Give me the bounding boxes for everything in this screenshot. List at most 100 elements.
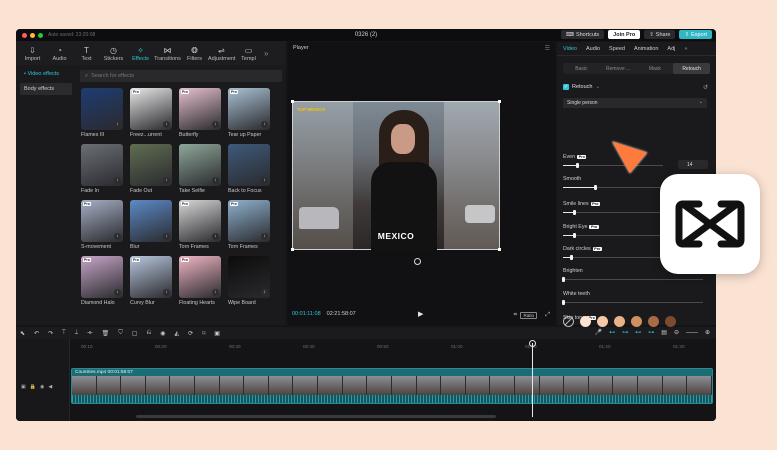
resize-handle[interactable]: [498, 248, 501, 251]
crop-ratio-icon[interactable]: ▣: [214, 330, 220, 337]
rotate-icon[interactable]: ⟳: [188, 330, 193, 337]
skin-tone-swatch[interactable]: [648, 316, 659, 327]
resize-handle[interactable]: [291, 248, 294, 251]
effect-thumbnail[interactable]: ↓: [228, 256, 270, 298]
effect-card[interactable]: ↓ Fade In: [81, 144, 123, 195]
minimize-window-button[interactable]: [30, 32, 35, 38]
slider-knob[interactable]: [570, 255, 574, 260]
effect-card[interactable]: Pro ↓ Torn Frames: [228, 200, 270, 251]
effect-card[interactable]: Pro ↓ Torn Frames: [179, 200, 221, 251]
skin-tone-swatch[interactable]: [597, 316, 608, 327]
video-clip[interactable]: Countries.mp4 00:01:58:07: [71, 368, 713, 404]
tab-adjustment[interactable]: Adj: [667, 46, 675, 52]
category-body-effects[interactable]: Body effects: [20, 83, 72, 95]
effect-card[interactable]: Pro ↓ Butterfly: [179, 88, 221, 139]
slider-track[interactable]: [562, 300, 703, 305]
select-tool-icon[interactable]: ⬉: [20, 330, 25, 337]
zoom-in-icon[interactable]: ⊕: [705, 329, 710, 336]
effect-thumbnail[interactable]: ↓: [228, 144, 270, 186]
delete-icon[interactable]: 🗑: [102, 330, 110, 337]
link-icon[interactable]: ⊷: [609, 329, 615, 336]
cover-icon[interactable]: ▣: [21, 384, 26, 390]
rotate-handle-icon[interactable]: [414, 258, 421, 265]
download-icon[interactable]: ↓: [212, 289, 219, 296]
effect-card[interactable]: ↓ Blur: [130, 200, 172, 251]
tool-import[interactable]: ⇩ Import: [19, 45, 46, 62]
download-icon[interactable]: ↓: [261, 177, 268, 184]
slider-knob[interactable]: [573, 210, 577, 215]
download-icon[interactable]: ↓: [212, 233, 219, 240]
download-icon[interactable]: ↓: [261, 289, 268, 296]
effect-thumbnail[interactable]: ↓: [179, 144, 221, 186]
tool-text[interactable]: T Text: [73, 45, 100, 62]
undo-icon[interactable]: ↶: [34, 330, 39, 337]
slider-track[interactable]: [562, 277, 703, 282]
redo-icon[interactable]: ↷: [48, 330, 53, 337]
download-icon[interactable]: ↓: [163, 121, 170, 128]
tool-filters[interactable]: ❂ Filters: [181, 45, 208, 62]
download-icon[interactable]: ↓: [114, 233, 121, 240]
more-tools-icon[interactable]: »: [264, 49, 268, 58]
share-button[interactable]: ⇪ Share: [644, 30, 676, 39]
timeline-scrollbar[interactable]: [136, 415, 496, 418]
ratio-button[interactable]: Ratio: [520, 312, 537, 319]
more-tabs-icon[interactable]: »: [684, 46, 687, 52]
menu-icon[interactable]: ☰: [545, 45, 550, 52]
download-icon[interactable]: ↓: [261, 121, 268, 128]
play-icon[interactable]: ▶: [418, 310, 423, 318]
export-button[interactable]: ⇧ Export: [679, 30, 712, 39]
reset-icon[interactable]: ↺: [703, 84, 708, 91]
freeze-icon[interactable]: ▢: [132, 330, 138, 337]
tool-adjustment[interactable]: ⇌ Adjustment: [208, 45, 236, 62]
playhead[interactable]: [532, 343, 533, 417]
download-icon[interactable]: ↓: [163, 177, 170, 184]
lock-icon[interactable]: 🔒: [30, 384, 36, 390]
tool-stickers[interactable]: ◷ Stickers: [100, 45, 127, 62]
effect-card[interactable]: Pro ↓ Freez...urrent: [130, 88, 172, 139]
subtab-basic[interactable]: Basic: [563, 63, 600, 74]
effect-card[interactable]: Pro ↓ Tear up Paper: [228, 88, 270, 139]
split-right-icon[interactable]: ⟛: [87, 330, 92, 337]
tool-audio[interactable]: ◔ Audio: [46, 45, 73, 62]
tab-audio[interactable]: Audio: [586, 46, 600, 52]
download-icon[interactable]: ↓: [163, 289, 170, 296]
zoom-window-button[interactable]: [38, 32, 43, 38]
download-icon[interactable]: ↓: [114, 289, 121, 296]
timeline-ruler[interactable]: 00:1000:2000:3000:4000:5001:0001:1001:20…: [71, 341, 716, 351]
effect-thumbnail[interactable]: Pro ↓: [81, 200, 123, 242]
effect-thumbnail[interactable]: Pro ↓: [130, 256, 172, 298]
tab-animation[interactable]: Animation: [634, 46, 658, 52]
crop-icon[interactable]: ⌑: [202, 330, 205, 337]
category-video-effects[interactable]: • Video effects: [20, 68, 72, 80]
slider-value-input[interactable]: 14: [678, 160, 708, 169]
skin-tone-swatch[interactable]: [631, 316, 642, 327]
magnet-icon[interactable]: ⊶: [622, 329, 628, 336]
download-icon[interactable]: ↓: [163, 233, 170, 240]
play-circle-icon[interactable]: ◉: [160, 330, 165, 337]
effect-card[interactable]: Pro ↓ Diamond Halo: [81, 256, 123, 307]
speaker-icon[interactable]: ◀: [48, 384, 52, 390]
shortcuts-button[interactable]: ⌨ Shortcuts: [560, 30, 605, 39]
skin-tone-swatch[interactable]: [580, 316, 591, 327]
tab-speed[interactable]: Speed: [609, 46, 625, 52]
microphone-icon[interactable]: 🎤: [595, 329, 602, 336]
download-icon[interactable]: ↓: [212, 177, 219, 184]
video-preview[interactable]: TOP MEXICO MEXICO: [291, 100, 501, 251]
tab-video[interactable]: Video: [563, 46, 577, 52]
effect-thumbnail[interactable]: Pro ↓: [179, 88, 221, 130]
resize-handle[interactable]: [498, 100, 501, 103]
slider-knob[interactable]: [562, 277, 565, 282]
download-icon[interactable]: ↓: [261, 233, 268, 240]
slider-knob[interactable]: [573, 233, 577, 238]
effect-thumbnail[interactable]: ↓: [81, 88, 123, 130]
effect-card[interactable]: ↓ Flames III: [81, 88, 123, 139]
effects-search-input[interactable]: ⌕ Search for effects: [80, 70, 282, 82]
no-skin-tone-icon[interactable]: [563, 316, 574, 327]
zoom-out-icon[interactable]: ⊖: [674, 329, 679, 336]
effect-card[interactable]: Pro ↓ Floating Hearts: [179, 256, 221, 307]
effect-thumbnail[interactable]: ↓: [130, 144, 172, 186]
download-icon[interactable]: ↓: [114, 121, 121, 128]
split-icon[interactable]: ⟙: [62, 330, 66, 337]
effect-thumbnail[interactable]: Pro ↓: [81, 256, 123, 298]
tool-effects[interactable]: ✧ Effects: [127, 45, 154, 62]
